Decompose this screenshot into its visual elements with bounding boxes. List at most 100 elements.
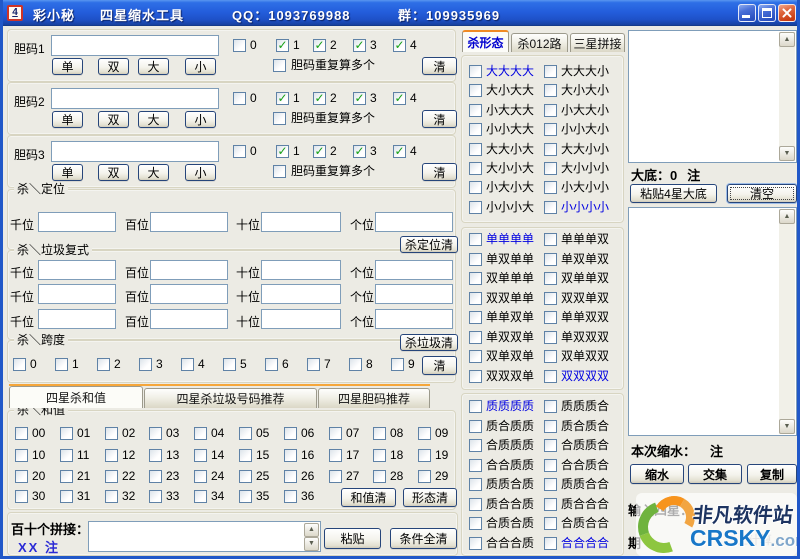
pattern-双双单单-checkbox[interactable] bbox=[469, 292, 482, 305]
pattern-大小大大-checkbox[interactable] bbox=[469, 84, 482, 97]
danma1-shuang-button[interactable]: 双 bbox=[98, 58, 129, 75]
hezhi-26-checkbox[interactable] bbox=[284, 470, 297, 483]
baiwei-input[interactable] bbox=[150, 284, 228, 304]
danma3-xiao-button[interactable]: 小 bbox=[185, 164, 216, 181]
kuadu-1-checkbox[interactable] bbox=[55, 358, 68, 371]
pattern-小大大小-checkbox[interactable] bbox=[544, 104, 557, 117]
hezhi-33-checkbox[interactable] bbox=[149, 490, 162, 503]
pattern-小大大大-checkbox[interactable] bbox=[469, 104, 482, 117]
danma3-input[interactable] bbox=[51, 141, 219, 162]
pattern-大大大小-checkbox[interactable] bbox=[544, 65, 557, 78]
clear-dadi-button[interactable]: 清空 bbox=[727, 184, 797, 203]
pattern-小大小小-checkbox[interactable] bbox=[544, 181, 557, 194]
pattern-质质质合-checkbox[interactable] bbox=[544, 400, 557, 413]
pattern-质质质质-checkbox[interactable] bbox=[469, 400, 482, 413]
pattern-质合合合-checkbox[interactable] bbox=[544, 498, 557, 511]
pattern-单双双单-checkbox[interactable] bbox=[469, 331, 482, 344]
hezhi-05-checkbox[interactable] bbox=[239, 427, 252, 440]
hezhi-22-checkbox[interactable] bbox=[105, 470, 118, 483]
hezhi-08-checkbox[interactable] bbox=[373, 427, 386, 440]
pattern-合质质质-checkbox[interactable] bbox=[469, 439, 482, 452]
shiwei-input[interactable] bbox=[261, 309, 341, 329]
pattern-大小小小-checkbox[interactable] bbox=[544, 162, 557, 175]
hezhi-10-checkbox[interactable] bbox=[15, 449, 28, 462]
hezhi-19-checkbox[interactable] bbox=[418, 449, 431, 462]
danma2-digit-3-checkbox[interactable]: ✓ bbox=[353, 92, 366, 105]
hezhi-clear-button[interactable]: 和值清 bbox=[341, 488, 396, 507]
danma3-digit-0-checkbox[interactable] bbox=[233, 145, 246, 158]
pattern-小小小小-checkbox[interactable] bbox=[544, 201, 557, 214]
danma3-da-button[interactable]: 大 bbox=[138, 164, 169, 181]
danma3-digit-3-checkbox[interactable]: ✓ bbox=[353, 145, 366, 158]
hezhi-13-checkbox[interactable] bbox=[149, 449, 162, 462]
gewei-input[interactable] bbox=[375, 309, 453, 329]
hezhi-36-checkbox[interactable] bbox=[284, 490, 297, 503]
danma2-da-button[interactable]: 大 bbox=[138, 111, 169, 128]
pattern-单双双双-checkbox[interactable] bbox=[544, 331, 557, 344]
hezhi-35-checkbox[interactable] bbox=[239, 490, 252, 503]
suoshui-button[interactable]: 缩水 bbox=[630, 464, 684, 484]
scroll-down-icon[interactable]: ▼ bbox=[779, 419, 795, 434]
pattern-合质合质-checkbox[interactable] bbox=[469, 517, 482, 530]
pattern-合合合合-checkbox[interactable] bbox=[544, 537, 557, 550]
danma1-digit-4-checkbox[interactable]: ✓ bbox=[393, 39, 406, 52]
danma1-digit-3-checkbox[interactable]: ✓ bbox=[353, 39, 366, 52]
hezhi-20-checkbox[interactable] bbox=[15, 470, 28, 483]
tab-sha-xingtai[interactable]: 杀形态 bbox=[462, 30, 509, 52]
pattern-合质合合-checkbox[interactable] bbox=[544, 517, 557, 530]
qianwei-input[interactable] bbox=[38, 284, 116, 304]
danma1-dan-button[interactable]: 单 bbox=[52, 58, 83, 75]
scroll-up-icon[interactable]: ▲ bbox=[779, 209, 795, 224]
hezhi-21-checkbox[interactable] bbox=[60, 470, 73, 483]
pattern-小小大小-checkbox[interactable] bbox=[544, 123, 557, 136]
pattern-质合合质-checkbox[interactable] bbox=[469, 498, 482, 511]
danma2-digit-4-checkbox[interactable]: ✓ bbox=[393, 92, 406, 105]
hezhi-03-checkbox[interactable] bbox=[149, 427, 162, 440]
pattern-质质合质-checkbox[interactable] bbox=[469, 478, 482, 491]
qianwei-input[interactable] bbox=[38, 309, 116, 329]
hezhi-07-checkbox[interactable] bbox=[329, 427, 342, 440]
pattern-单双单双-checkbox[interactable] bbox=[544, 253, 557, 266]
pattern-双单双双-checkbox[interactable] bbox=[544, 350, 557, 363]
hezhi-00-checkbox[interactable] bbox=[15, 427, 28, 440]
xingtai-clear-button[interactable]: 形态清 bbox=[403, 488, 457, 507]
hezhi-30-checkbox[interactable] bbox=[15, 490, 28, 503]
kuadu-4-checkbox[interactable] bbox=[181, 358, 194, 371]
hezhi-23-checkbox[interactable] bbox=[149, 470, 162, 483]
minimize-button[interactable] bbox=[738, 4, 756, 22]
hezhi-31-checkbox[interactable] bbox=[60, 490, 73, 503]
pattern-双单单双-checkbox[interactable] bbox=[544, 272, 557, 285]
scroll-down-icon[interactable]: ▼ bbox=[304, 537, 319, 551]
pattern-双双双双-checkbox[interactable] bbox=[544, 370, 557, 383]
pattern-大大小小-checkbox[interactable] bbox=[544, 143, 557, 156]
hezhi-29-checkbox[interactable] bbox=[418, 470, 431, 483]
hezhi-17-checkbox[interactable] bbox=[329, 449, 342, 462]
tab-sanxing-pinjie[interactable]: 三星拼接 bbox=[570, 33, 625, 52]
pattern-双双单双-checkbox[interactable] bbox=[544, 292, 557, 305]
danma2-shuang-button[interactable]: 双 bbox=[98, 111, 129, 128]
danma3-shuang-button[interactable]: 双 bbox=[98, 164, 129, 181]
sha-kuadu-clear-button[interactable]: 清 bbox=[422, 356, 457, 375]
hezhi-32-checkbox[interactable] bbox=[105, 490, 118, 503]
shiwei-input[interactable] bbox=[261, 260, 341, 280]
maximize-button[interactable] bbox=[758, 4, 776, 22]
result-scrollbar[interactable]: ▲ ▼ bbox=[779, 209, 795, 434]
danma1-digit-2-checkbox[interactable]: ✓ bbox=[313, 39, 326, 52]
hezhi-11-checkbox[interactable] bbox=[60, 449, 73, 462]
tab-sizhu-laji-tuijian[interactable]: 四星杀垃圾号码推荐 bbox=[144, 388, 317, 408]
pattern-单单双单-checkbox[interactable] bbox=[469, 311, 482, 324]
gewei-input[interactable] bbox=[375, 260, 453, 280]
danma3-digit-1-checkbox[interactable]: ✓ bbox=[276, 145, 289, 158]
hezhi-09-checkbox[interactable] bbox=[418, 427, 431, 440]
kuadu-2-checkbox[interactable] bbox=[97, 358, 110, 371]
gewei-input[interactable] bbox=[375, 284, 453, 304]
kuadu-0-checkbox[interactable] bbox=[13, 358, 26, 371]
tab-sizhu-danma-tuijian[interactable]: 四星胆码推荐 bbox=[318, 388, 430, 408]
pattern-双单单单-checkbox[interactable] bbox=[469, 272, 482, 285]
hezhi-18-checkbox[interactable] bbox=[373, 449, 386, 462]
kuadu-3-checkbox[interactable] bbox=[139, 358, 152, 371]
hezhi-04-checkbox[interactable] bbox=[194, 427, 207, 440]
danma1-da-button[interactable]: 大 bbox=[138, 58, 169, 75]
danma2-repeat-checkbox[interactable] bbox=[273, 112, 286, 125]
hezhi-28-checkbox[interactable] bbox=[373, 470, 386, 483]
